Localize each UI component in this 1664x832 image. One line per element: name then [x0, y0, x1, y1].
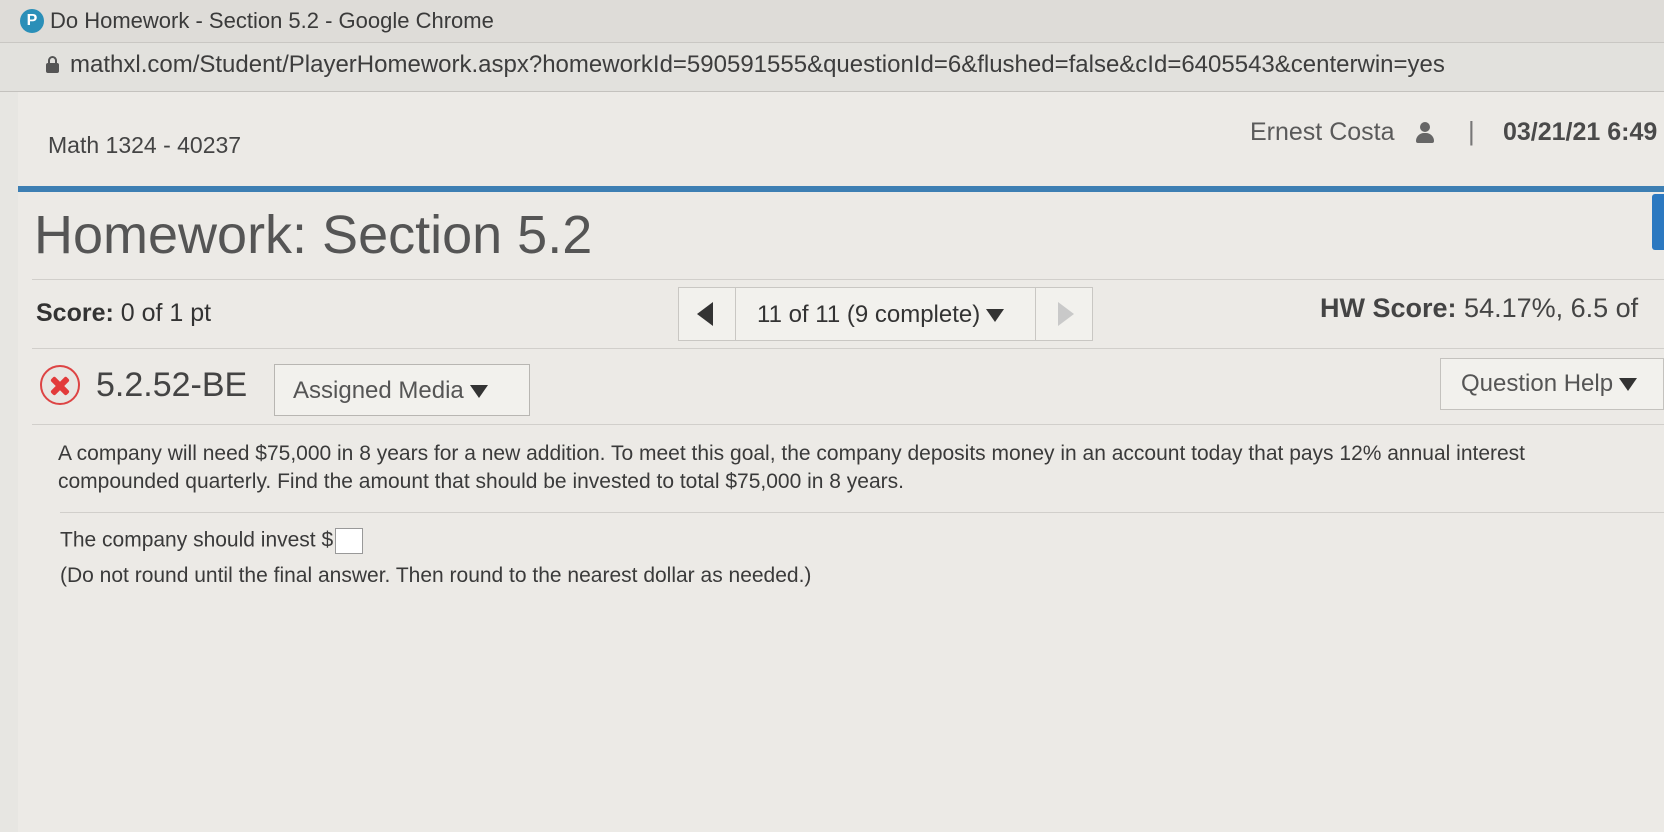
window-title: Do Homework - Section 5.2 - Google Chrom…: [50, 8, 494, 33]
header-divider-blue: [18, 186, 1664, 192]
browser-title-bar: P Do Homework - Section 5.2 - Google Chr…: [0, 0, 1664, 43]
triangle-down-icon: [469, 385, 488, 399]
course-name: Math 1324 - 40237: [48, 132, 242, 158]
question-position: 11 of 11 (9 complete): [757, 301, 981, 328]
answer-input[interactable]: [335, 528, 364, 554]
date-time: 03/21/21 6:49: [1503, 118, 1658, 146]
homework-page: Math 1324 - 40237 Ernest Costa | 03/21/2…: [18, 92, 1664, 832]
divider: [60, 512, 1664, 513]
divider: [32, 279, 1664, 280]
score: Score: 0 of 1 pt: [36, 299, 211, 328]
divider: [32, 348, 1664, 349]
page-title: Homework: Section 5.2: [34, 205, 593, 265]
header-separator: |: [1468, 116, 1475, 146]
answer-prefix: The company should invest $: [60, 528, 334, 552]
hw-score: HW Score: 54.17%, 6.5 of: [1320, 293, 1638, 324]
score-label: Score:: [36, 299, 114, 327]
pearson-logo-icon: P: [20, 9, 44, 33]
url-text[interactable]: mathxl.com/Student/PlayerHomework.aspx?h…: [70, 51, 1445, 79]
hw-score-label: HW Score:: [1320, 293, 1457, 323]
triangle-down-icon: [1619, 378, 1638, 392]
question-help-label: Question Help: [1461, 370, 1614, 397]
hw-score-value: 54.17%, 6.5 of: [1464, 293, 1639, 323]
answer-line: The company should invest $: [60, 528, 364, 554]
previous-question-button[interactable]: [679, 288, 736, 340]
address-bar[interactable]: mathxl.com/Student/PlayerHomework.aspx?h…: [0, 43, 1664, 92]
lock-icon: [46, 56, 59, 73]
user-icon[interactable]: [1415, 122, 1435, 144]
incorrect-x-icon: [40, 365, 80, 405]
next-question-button[interactable]: [1035, 288, 1092, 340]
rounding-hint: (Do not round until the final answer. Th…: [60, 564, 812, 587]
assigned-media-label: Assigned Media: [293, 377, 464, 404]
problem-text: A company will need $75,000 in 8 years f…: [58, 442, 1526, 493]
question-navigator: 11 of 11 (9 complete): [678, 287, 1093, 341]
question-selector[interactable]: 11 of 11 (9 complete): [757, 301, 1005, 329]
score-value: 0 of 1 pt: [120, 299, 212, 327]
side-tab[interactable]: [1652, 194, 1664, 250]
question-id: 5.2.52-BE: [96, 366, 248, 404]
question-help-button[interactable]: Question Help: [1440, 358, 1664, 410]
user-name[interactable]: Ernest Costa: [1250, 118, 1395, 147]
divider: [32, 424, 1664, 425]
triangle-down-icon: [986, 309, 1005, 323]
assigned-media-button[interactable]: Assigned Media: [274, 364, 530, 416]
